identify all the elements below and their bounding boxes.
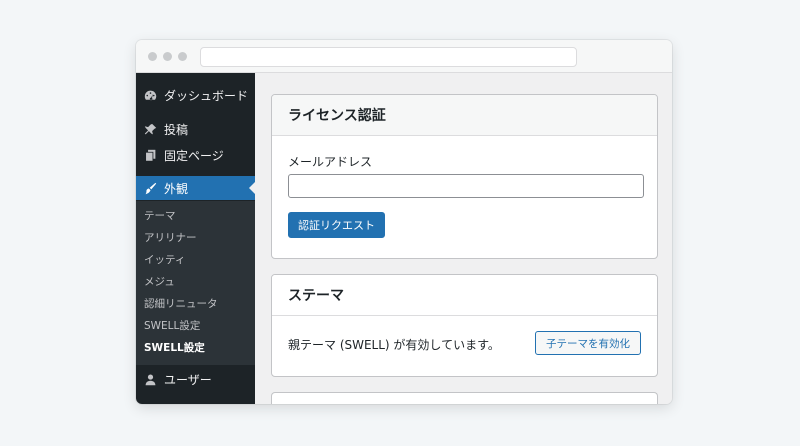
sidebar-item-users[interactable]: ユーザー [136,367,255,391]
next-card [271,392,658,404]
sidebar-item-label: ユーザー [164,372,212,387]
sidebar-item-appearance[interactable]: 外観 [136,176,255,200]
sidebar-item-posts[interactable]: 投稿 [136,117,255,141]
submenu-item-current[interactable]: SWELL設定 [144,340,205,355]
pin-icon [143,122,157,136]
appearance-submenu: テーマ アリリナー イッティ メジュ 認細リニュータ SWELL設定 SWELL… [136,201,255,365]
submenu-item[interactable]: メジュ [144,274,175,289]
address-bar[interactable] [200,47,577,67]
submenu-item[interactable]: 認細リニュータ [144,296,218,311]
main-content: ライセンス認証 メールアドレス 認証リクエスト ステーマ 親テーマ (SWELL… [255,73,672,404]
browser-window: ダッシュボード 投稿 固定ページ 外観 テーマ アリリナー イッティ メジュ 認… [136,40,672,404]
theme-card: ステーマ 親テーマ (SWELL) が有効しています。 子テーマを有効化 [271,274,658,377]
pages-icon [143,148,157,162]
sidebar-item-pages[interactable]: 固定ページ [136,143,255,167]
email-label: メールアドレス [288,155,373,169]
activate-child-theme-button[interactable]: 子テーマを有効化 [535,331,641,355]
browser-titlebar [136,40,672,73]
sidebar-item-label: 投稿 [164,122,189,137]
window-maximize-dot[interactable] [178,52,187,61]
auth-request-button[interactable]: 認証リクエスト [288,212,385,238]
license-card: ライセンス認証 メールアドレス 認証リクエスト [271,94,658,259]
sidebar-item-label: 外観 [164,181,189,196]
window-close-dot[interactable] [148,52,157,61]
submenu-item[interactable]: イッティ [144,252,185,267]
email-field[interactable] [288,174,644,198]
submenu-item[interactable]: SWELL設定 [144,318,200,333]
sidebar-item-dashboard[interactable]: ダッシュボード [136,83,255,107]
sidebar-item-label: ダッシュボード [164,88,249,103]
sidebar-item-label: 固定ページ [164,148,224,163]
user-icon [143,372,157,386]
dashboard-icon [143,88,157,102]
admin-sidebar: ダッシュボード 投稿 固定ページ 外観 テーマ アリリナー イッティ メジュ 認… [136,73,255,404]
theme-status-text: 親テーマ (SWELL) が有効しています。 [288,338,500,352]
license-card-title: ライセンス認証 [272,95,657,136]
submenu-item[interactable]: テーマ [144,208,176,223]
submenu-item[interactable]: アリリナー [144,230,197,245]
window-minimize-dot[interactable] [163,52,172,61]
theme-card-title: ステーマ [272,275,657,316]
appearance-icon [143,181,157,195]
